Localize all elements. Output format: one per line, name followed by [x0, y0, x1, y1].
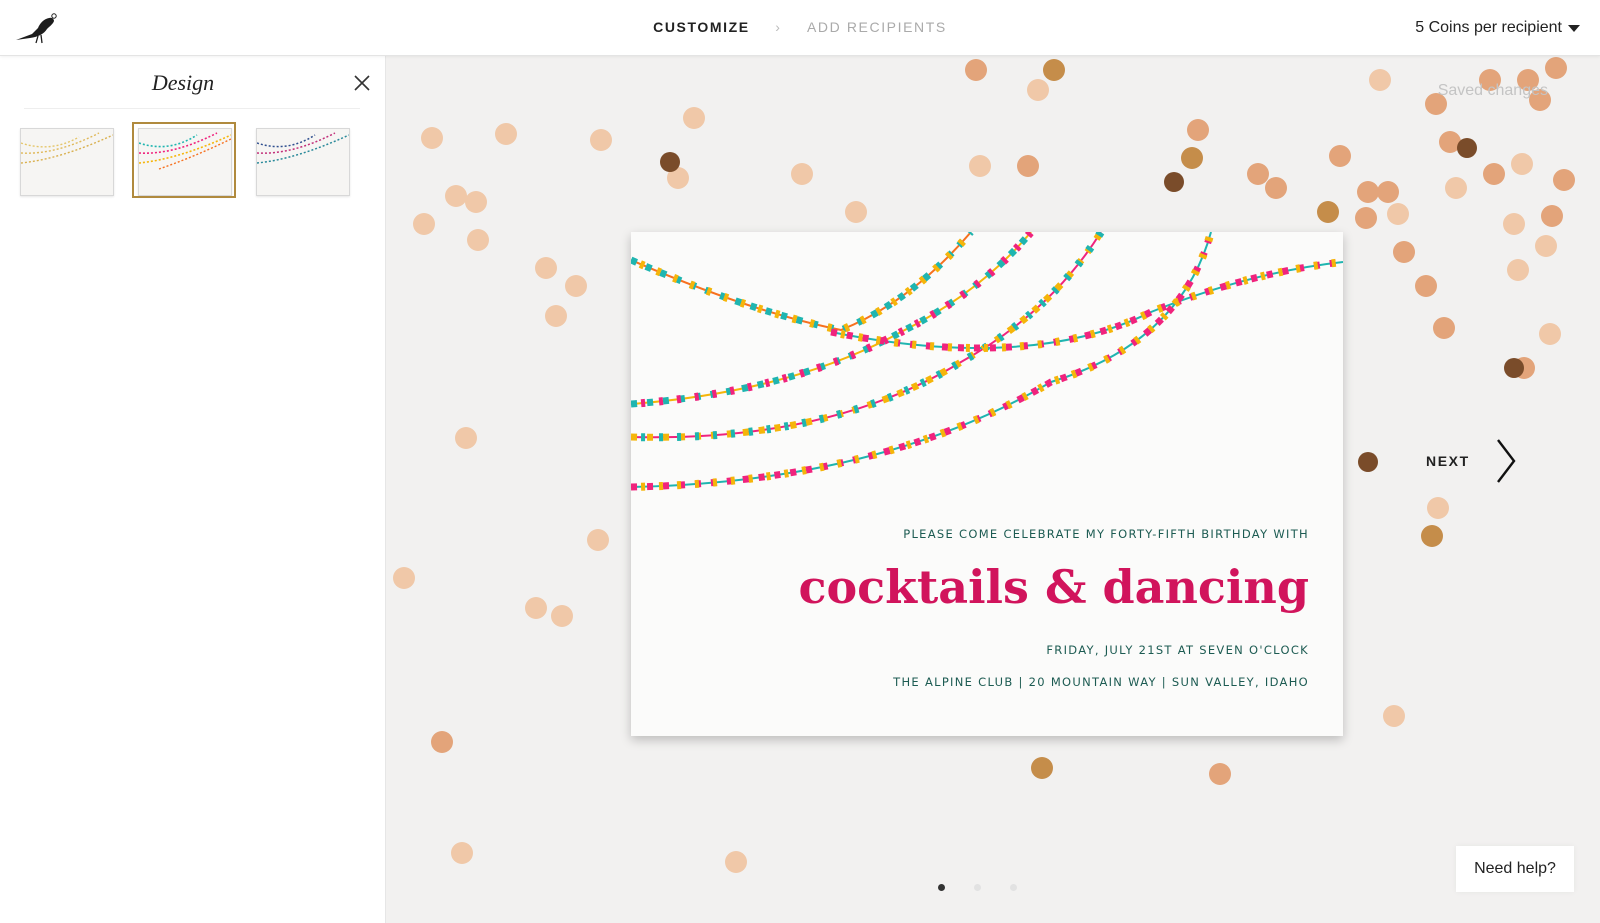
- invitation-card: PLEASE COME CELEBRATE MY FORTY-FIFTH BIR…: [631, 232, 1343, 736]
- design-thumbnail-blue-pink[interactable]: [256, 128, 350, 196]
- invitation-date-text[interactable]: FRIDAY, JULY 21ST AT SEVEN O'CLOCK: [1046, 643, 1309, 657]
- need-help-button[interactable]: Need help?: [1456, 846, 1574, 892]
- step-add-recipients[interactable]: ADD RECIPIENTS: [807, 19, 947, 35]
- design-thumbnail-gold[interactable]: [20, 128, 114, 196]
- top-header: CUSTOMIZE › ADD RECIPIENTS 5 Coins per r…: [0, 0, 1600, 56]
- step-customize[interactable]: CUSTOMIZE: [653, 19, 750, 35]
- sidebar-divider: [24, 108, 360, 109]
- garland-illustration: [631, 232, 1343, 491]
- pagination-dot-3[interactable]: [1010, 884, 1017, 891]
- saved-status: Saved changes: [1437, 82, 1548, 99]
- invitation-headline[interactable]: cocktails & dancing: [798, 560, 1309, 614]
- step-breadcrumb: CUSTOMIZE › ADD RECIPIENTS: [0, 18, 1600, 35]
- invitation-intro-text[interactable]: PLEASE COME CELEBRATE MY FORTY-FIFTH BIR…: [903, 527, 1309, 541]
- pagination-dot-2[interactable]: [974, 884, 981, 891]
- next-label: NEXT: [1426, 453, 1470, 469]
- preview-stage: Saved changes PLEASE COME CELEBRATE MY F…: [386, 56, 1600, 923]
- next-button[interactable]: NEXT: [1426, 438, 1516, 488]
- coins-per-recipient-dropdown[interactable]: 5 Coins per recipient: [1415, 19, 1562, 37]
- selected-design-frame[interactable]: [132, 122, 236, 198]
- pagination-dot-1[interactable]: [938, 884, 945, 891]
- caret-down-icon[interactable]: [1568, 25, 1580, 32]
- invitation-location-text[interactable]: THE ALPINE CLUB | 20 MOUNTAIN WAY | SUN …: [893, 675, 1309, 689]
- close-icon[interactable]: [353, 74, 371, 92]
- chevron-right-icon: [1497, 439, 1516, 483]
- sidebar-title: Design: [151, 70, 215, 95]
- step-separator-icon: ›: [775, 19, 782, 36]
